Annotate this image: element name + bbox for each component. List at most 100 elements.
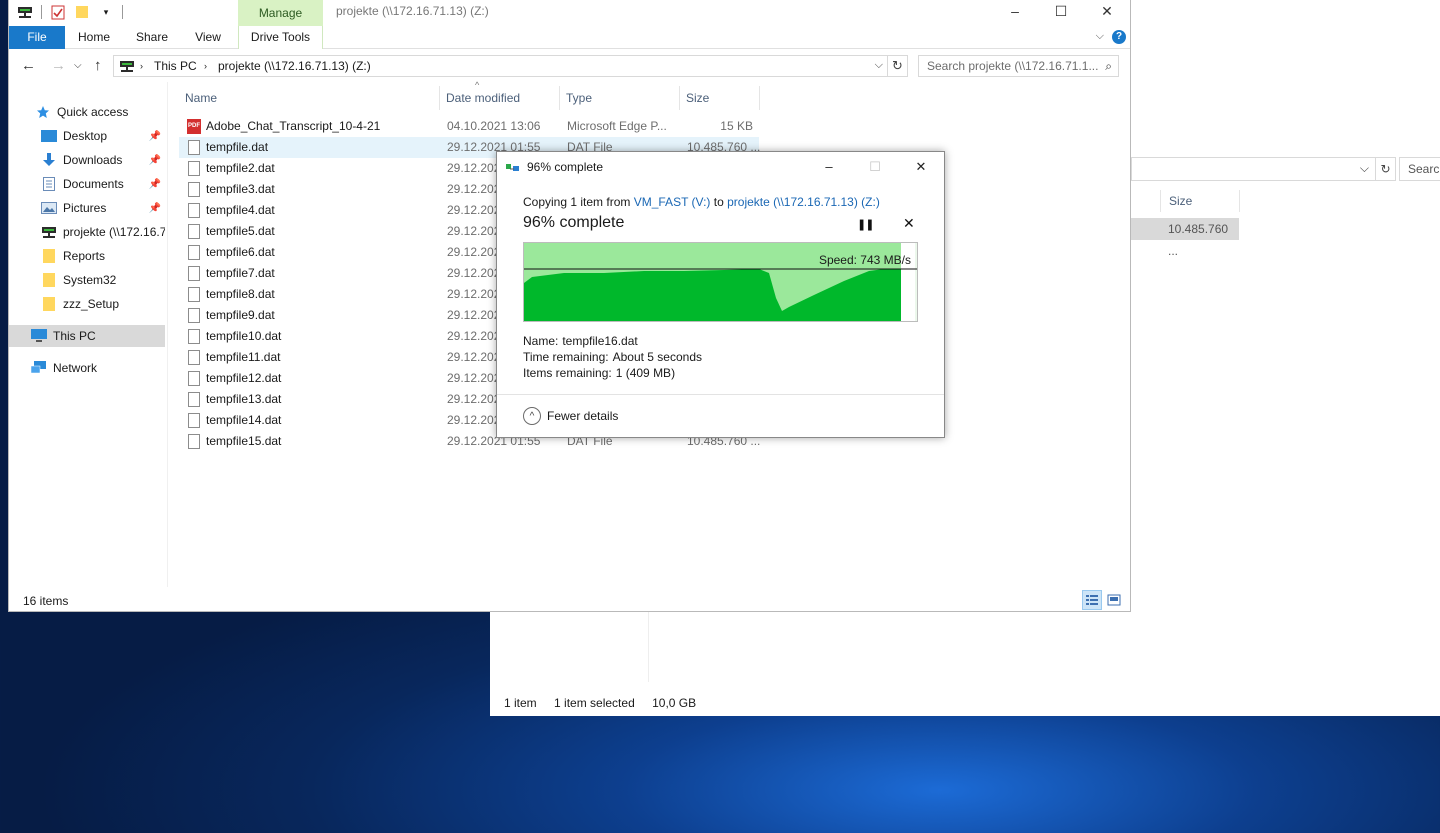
nav-pictures[interactable]: Pictures 📌 xyxy=(9,197,165,219)
column-date-modified[interactable]: Date modified xyxy=(440,86,560,110)
minimize-icon[interactable]: – xyxy=(806,152,852,181)
nav-label: This PC xyxy=(53,329,96,343)
fewer-details-label: Fewer details xyxy=(547,409,619,423)
dialog-title-bar: 96% complete xyxy=(506,160,603,174)
file-name: tempfile7.dat xyxy=(206,266,275,280)
file-icon xyxy=(188,287,200,302)
chevron-down-icon[interactable]: ⌵ xyxy=(1360,161,1369,176)
nav-network[interactable]: Network xyxy=(9,357,165,379)
breadcrumb-chevron-icon[interactable]: › xyxy=(140,61,143,71)
breadcrumb-chevron-icon[interactable]: › xyxy=(204,61,207,71)
file-icon xyxy=(188,371,200,386)
file-name: tempfile12.dat xyxy=(206,371,282,385)
destination-link[interactable]: projekte (\\172.16.71.13) (Z:) xyxy=(727,195,880,209)
drive-icon[interactable] xyxy=(17,4,33,20)
nav-zzz-setup[interactable]: zzz_Setup xyxy=(9,293,165,315)
nav-downloads[interactable]: Downloads 📌 xyxy=(9,149,165,171)
folder-icon xyxy=(41,249,57,263)
nav-documents[interactable]: Documents 📌 xyxy=(9,173,165,195)
pause-button[interactable]: ❚❚ xyxy=(857,218,874,231)
file-icon xyxy=(188,329,200,344)
file-icon xyxy=(188,392,200,407)
maximize-icon[interactable]: ☐ xyxy=(1038,0,1084,22)
minimize-icon[interactable]: – xyxy=(992,0,1038,22)
pin-icon[interactable]: 📌 xyxy=(149,203,161,214)
pin-icon[interactable]: 📌 xyxy=(149,131,161,142)
table-row[interactable]: PDF Adobe_Chat_Transcript_10-4-21 04.10.… xyxy=(179,116,759,137)
nav-label: System32 xyxy=(63,273,117,287)
search-input[interactable]: Search projekte (\\172.16.71.1... ⌕ xyxy=(918,55,1119,77)
tab-home[interactable]: Home xyxy=(73,26,115,49)
file-icon xyxy=(188,413,200,428)
pin-icon[interactable]: 📌 xyxy=(149,155,161,166)
tab-drive-tools[interactable]: Drive Tools xyxy=(238,26,323,49)
search-icon[interactable]: ⌕ xyxy=(1105,56,1112,76)
file-icon xyxy=(188,182,200,197)
network-drive-icon xyxy=(41,225,57,239)
properties-icon[interactable] xyxy=(50,4,66,20)
source-link[interactable]: VM_FAST (V:) xyxy=(634,195,711,209)
bg-address-bar[interactable]: ⌵ xyxy=(1131,157,1376,181)
details-view-icon[interactable] xyxy=(1082,590,1102,610)
tab-view[interactable]: View xyxy=(187,26,229,49)
file-name: tempfile14.dat xyxy=(206,413,282,427)
bg-refresh-icon[interactable]: ↻ xyxy=(1376,157,1396,181)
nav-label: Downloads xyxy=(63,153,123,167)
expand-ribbon-icon[interactable]: ⌵ xyxy=(1096,30,1104,43)
file-name: tempfile10.dat xyxy=(206,329,282,343)
nav-projekte[interactable]: projekte (\\172.16.7 xyxy=(9,221,165,243)
nav-system32[interactable]: System32 xyxy=(9,269,165,291)
up-arrow-icon[interactable]: ↑ xyxy=(94,57,102,74)
file-icon xyxy=(188,224,200,239)
address-bar[interactable]: › This PC › projekte (\\172.16.71.13) (Z… xyxy=(113,55,888,77)
nav-quick-access[interactable]: Quick access xyxy=(9,101,165,123)
nav-this-pc[interactable]: This PC xyxy=(9,325,165,347)
address-dropdown-icon[interactable]: ⌵ xyxy=(875,59,883,72)
bg-search-input[interactable]: Search xyxy=(1399,157,1440,181)
pin-icon[interactable]: 📌 xyxy=(149,179,161,190)
refresh-icon[interactable]: ↻ xyxy=(888,55,908,77)
fewer-details-button[interactable]: ^ Fewer details xyxy=(523,407,618,425)
nav-label: Reports xyxy=(63,249,106,263)
detail-label: Items remaining: xyxy=(523,366,612,380)
copy-progress-dialog[interactable]: 96% complete – ☐ ✕ Copying 1 item from V… xyxy=(496,151,945,438)
tab-manage[interactable]: Manage xyxy=(238,0,323,26)
nav-reports[interactable]: Reports xyxy=(9,245,165,267)
file-name: tempfile13.dat xyxy=(206,392,282,406)
bg-column-size[interactable]: Size xyxy=(1160,190,1240,212)
copy-icon xyxy=(506,162,520,172)
breadcrumb-projekte[interactable]: projekte (\\172.16.71.13) (Z:) xyxy=(218,59,371,73)
file-icon xyxy=(188,140,200,155)
title-bar[interactable]: ▾ Manage projekte (\\172.16.71.13) (Z:) … xyxy=(9,0,1130,26)
file-name: Adobe_Chat_Transcript_10-4-21 xyxy=(206,119,381,133)
close-icon[interactable]: ✕ xyxy=(1084,0,1130,22)
transfer-speed-graph: Speed: 743 MB/s xyxy=(523,242,918,322)
breadcrumb-this-pc[interactable]: This PC xyxy=(154,59,197,73)
pdf-file-icon: PDF xyxy=(187,119,201,134)
back-arrow-icon[interactable]: ← xyxy=(21,57,36,74)
cancel-button[interactable]: ✕ xyxy=(903,215,915,232)
tab-share[interactable]: Share xyxy=(131,26,173,49)
large-icons-view-icon[interactable] xyxy=(1104,590,1124,610)
toolbar-separator xyxy=(41,5,42,19)
nav-desktop[interactable]: Desktop 📌 xyxy=(9,125,165,147)
file-icon xyxy=(188,266,200,281)
pane-divider xyxy=(167,82,168,587)
forward-arrow-icon[interactable]: → xyxy=(51,57,66,74)
customize-toolbar-icon[interactable]: ▾ xyxy=(98,4,114,20)
tab-file[interactable]: File xyxy=(9,26,65,49)
close-icon[interactable]: ✕ xyxy=(898,152,944,181)
column-type[interactable]: Type xyxy=(560,86,680,110)
bg-selected-row[interactable]: 10.485.760 ... xyxy=(1131,218,1239,258)
new-folder-icon[interactable] xyxy=(74,4,90,20)
window-controls: – ☐ ✕ xyxy=(992,0,1130,22)
file-name: tempfile.dat xyxy=(206,140,269,154)
help-icon[interactable]: ? xyxy=(1112,30,1126,44)
view-switcher xyxy=(1082,590,1124,610)
detail-label: Time remaining: xyxy=(523,350,609,364)
address-row: ← → ⌵ ↑ › This PC › projekte (\\172.16.7… xyxy=(9,55,1130,79)
dialog-divider xyxy=(497,394,944,395)
column-name[interactable]: Name xyxy=(179,86,440,110)
column-size[interactable]: Size xyxy=(680,86,760,110)
recent-locations-icon[interactable]: ⌵ xyxy=(74,60,82,71)
